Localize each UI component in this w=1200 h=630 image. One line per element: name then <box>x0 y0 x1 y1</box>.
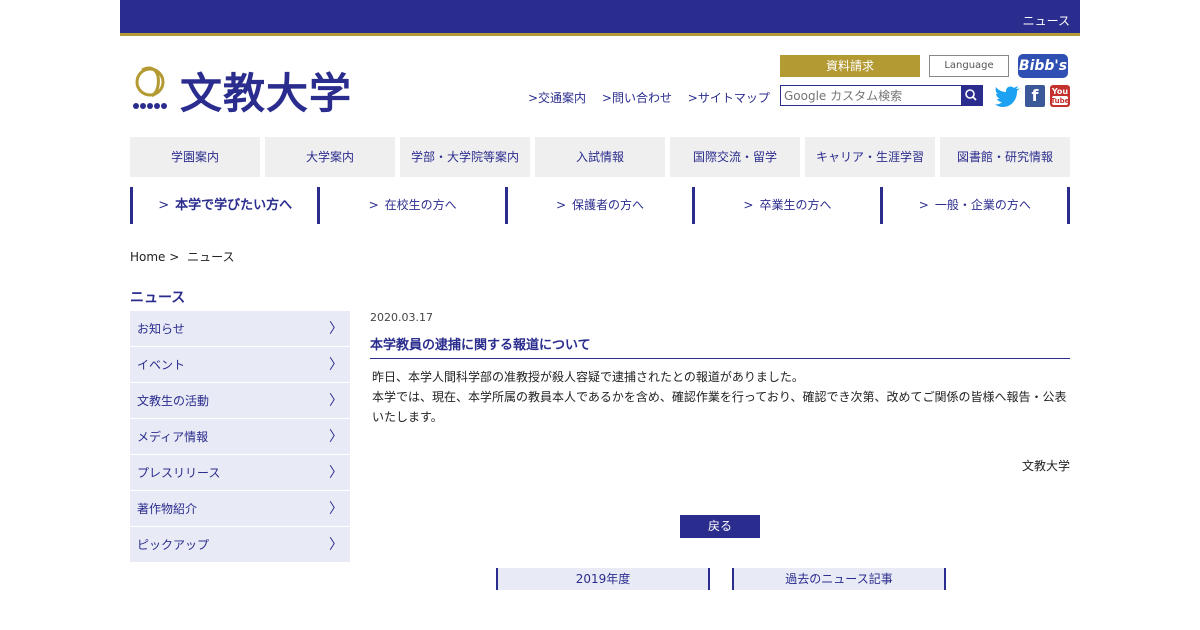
chevron-right-icon: 〉 <box>329 393 343 409</box>
tnav-label: 保護者の方へ <box>572 198 645 212</box>
sidebar-item-label: 著作物紹介 <box>137 502 198 516</box>
chevron-right-icon: 〉 <box>329 321 343 337</box>
logo-text: 文教大学 <box>180 69 353 118</box>
sidebar-item-student-activities[interactable]: 文教生の活動 〉 <box>130 383 350 419</box>
search-input[interactable] <box>781 86 961 105</box>
breadcrumb: Home > ニュース <box>130 248 235 265</box>
chevron-right-icon: 〉 <box>329 501 343 517</box>
twitter-link[interactable] <box>995 85 1021 107</box>
tnav-label: 本学で学びたい方へ <box>175 198 293 213</box>
tnav-item-prospective[interactable]: > 本学で学びたい方へ <box>133 187 321 224</box>
tnav-item-parents[interactable]: > 保護者の方へ <box>508 187 696 224</box>
tnav-item-students[interactable]: > 在校生の方へ <box>320 187 508 224</box>
bibbs-logo-link[interactable]: Bibb's <box>1018 54 1068 78</box>
chevron-right-icon: > <box>368 198 379 212</box>
chevron-right-icon: 〉 <box>329 357 343 373</box>
sidebar-item-label: お知らせ <box>137 322 185 336</box>
article-title: 本学教員の逮捕に関する報道について <box>370 334 1070 359</box>
tnav-label: 卒業生の方へ <box>759 198 832 212</box>
top-bar: ニュース <box>120 0 1080 36</box>
search-icon <box>965 89 977 101</box>
chevron-right-icon: 〉 <box>329 465 343 481</box>
breadcrumb-home[interactable]: Home > <box>130 250 179 264</box>
tnav-label: 一般・企業の方へ <box>934 198 1031 212</box>
article-body: 昨日、本学人間科学部の准教授が殺人容疑で逮捕されたとの報道がありました。 本学で… <box>372 367 1070 427</box>
svg-text:You: You <box>1051 87 1069 96</box>
youtube-link[interactable]: You Tube <box>1050 85 1070 107</box>
sidebar-item-label: イベント <box>137 358 186 372</box>
breadcrumb-current: ニュース <box>187 250 235 264</box>
request-materials-button[interactable]: 資料請求 <box>780 55 920 77</box>
target-nav: > 本学で学びたい方へ > 在校生の方へ > 保護者の方へ > 卒業生の方へ > 一般・企… <box>130 187 1071 224</box>
chevron-right-icon: > <box>743 198 754 212</box>
article-paragraph: 本学では、現在、本学所属の教員本人であるかを含め、確認作業を行っており、確認でき… <box>372 390 1067 424</box>
search-button[interactable] <box>961 86 982 105</box>
sitemap-link[interactable]: >サイトマップ <box>688 91 770 105</box>
access-link[interactable]: >交通案内 <box>528 91 586 105</box>
back-button[interactable]: 戻る <box>680 515 760 538</box>
tnav-item-public[interactable]: > 一般・企業の方へ <box>883 187 1071 224</box>
twitter-icon <box>995 86 1020 107</box>
article-paragraph: 昨日、本学人間科学部の准教授が殺人容疑で逮捕されたとの報道がありました。 <box>372 370 804 384</box>
gnav-item-library[interactable]: 図書館・研究情報 <box>940 137 1070 177</box>
university-logo[interactable]: 文教大学 <box>130 60 360 118</box>
chevron-right-icon: 〉 <box>329 429 343 445</box>
global-nav: 学園案内 大学案内 学部・大学院等案内 入試情報 国際交流・留学 キャリア・生涯… <box>130 137 1070 177</box>
chevron-right-icon: > <box>555 198 567 212</box>
chevron-right-icon: > <box>158 198 170 213</box>
article-signature: 文教大学 <box>1021 459 1070 473</box>
chevron-right-icon: > <box>918 198 929 212</box>
gnav-item-faculties[interactable]: 学部・大学院等案内 <box>400 137 530 177</box>
gnav-item-international[interactable]: 国際交流・留学 <box>670 137 800 177</box>
facebook-link[interactable]: f <box>1025 85 1045 107</box>
sidebar-item-label: ピックアップ <box>137 538 210 552</box>
sidebar-item-pickup[interactable]: ピックアップ 〉 <box>130 527 350 563</box>
sidebar-item-notices[interactable]: お知らせ 〉 <box>130 311 350 347</box>
sidebar-item-media[interactable]: メディア情報 〉 <box>130 419 350 455</box>
gnav-item-academy[interactable]: 学園案内 <box>130 137 260 177</box>
contact-link[interactable]: >問い合わせ <box>602 91 672 105</box>
utility-links: >交通案内 >問い合わせ >サイトマップ <box>528 89 782 106</box>
article-date: 2020.03.17 <box>370 311 433 324</box>
sidebar-item-label: メディア情報 <box>137 430 209 444</box>
sidebar-item-press-release[interactable]: プレスリリース 〉 <box>130 455 350 491</box>
gnav-item-career[interactable]: キャリア・生涯学習 <box>805 137 935 177</box>
sidebar-list: お知らせ〉 イベント〉 文教生の活動〉 メディア情報〉 プレスリリース〉 著作物… <box>130 311 350 563</box>
gnav-item-admissions[interactable]: 入試情報 <box>535 137 665 177</box>
sidebar-title: ニュース <box>130 290 186 306</box>
archive-2019-link[interactable]: 2019年度 <box>496 568 710 590</box>
facebook-icon: f <box>1031 86 1039 105</box>
tnav-label: 在校生の方へ <box>384 198 457 212</box>
sidebar-item-events[interactable]: イベント 〉 <box>130 347 350 383</box>
logo-mark-icon <box>133 66 167 109</box>
archive-links: 2019年度 過去のニュース記事 <box>496 568 946 590</box>
sidebar-item-label: 文教生の活動 <box>137 394 210 408</box>
search-box <box>780 85 983 106</box>
top-news-link[interactable]: ニュース <box>1023 12 1070 29</box>
gnav-item-university[interactable]: 大学案内 <box>265 137 395 177</box>
svg-text:Tube: Tube <box>1051 97 1070 105</box>
sidebar-item-publications[interactable]: 著作物紹介 〉 <box>130 491 350 527</box>
tnav-item-alumni[interactable]: > 卒業生の方へ <box>695 187 883 224</box>
sidebar-item-label: プレスリリース <box>137 466 221 480</box>
language-button[interactable]: Language <box>929 55 1009 77</box>
past-news-link[interactable]: 過去のニュース記事 <box>732 568 946 590</box>
chevron-right-icon: 〉 <box>329 537 343 553</box>
youtube-icon: You Tube <box>1051 87 1070 105</box>
